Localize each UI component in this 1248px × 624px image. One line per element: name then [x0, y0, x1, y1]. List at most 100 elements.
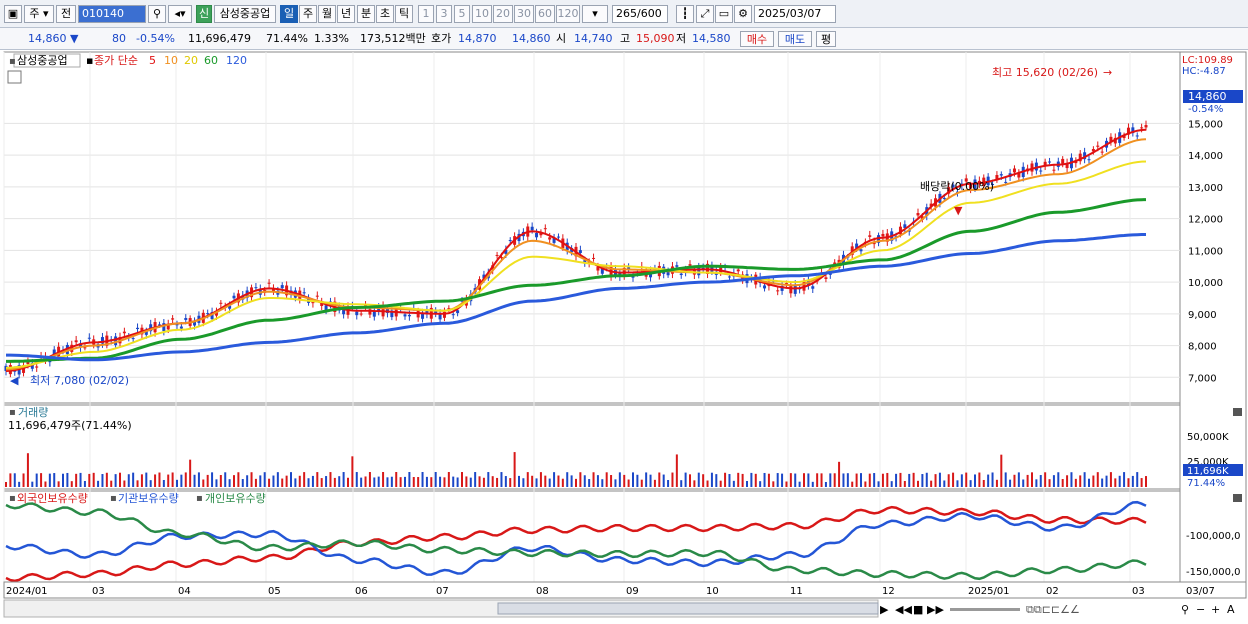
rewind-icon[interactable]: ◀◀	[895, 603, 912, 616]
candle-body	[74, 340, 78, 343]
volume-bar	[171, 472, 174, 487]
interval-60-button[interactable]: 60	[535, 5, 555, 23]
volume-bar	[105, 472, 108, 487]
volume-bar	[671, 472, 674, 487]
buy-button[interactable]: 매수	[740, 31, 774, 47]
volume-bar	[846, 473, 849, 487]
volume-bar	[311, 475, 314, 487]
draw-tool-icon[interactable]: ⤢	[696, 5, 714, 23]
zoom-in-icon[interactable]: +	[1211, 603, 1220, 616]
zoom-slider-track[interactable]	[950, 608, 1020, 611]
font-size-icon[interactable]: A	[1227, 603, 1235, 616]
window-menu-icon[interactable]: ▣	[4, 5, 22, 23]
stop-icon[interactable]: ■	[913, 603, 923, 616]
volume-bar	[833, 473, 836, 487]
volume-bar	[1092, 475, 1095, 487]
save-icon[interactable]: ▭	[715, 5, 733, 23]
interval-5-button[interactable]: 5	[454, 5, 470, 23]
volume-bar	[719, 480, 722, 487]
credit-badge: 신	[196, 5, 212, 23]
volume-bar	[1048, 479, 1051, 487]
count-field[interactable]: 265/600	[612, 5, 668, 23]
interval-3-button[interactable]: 3	[436, 5, 452, 23]
chart-svg[interactable]: ▪ 삼성중공업 ▪ 종가 단순 5 10 20 60 120 최고 15,620…	[0, 50, 1248, 621]
legend-ma10: 10	[164, 54, 178, 67]
stock-code-input[interactable]: 010140	[78, 5, 146, 23]
fast-forward-icon[interactable]: ▶▶	[927, 603, 944, 616]
interval-10-button[interactable]: 10	[472, 5, 492, 23]
x-tick-label: 04	[178, 586, 191, 597]
candle-body	[315, 295, 319, 297]
period-year-button[interactable]: 년	[337, 5, 355, 23]
volume-bar	[829, 473, 832, 487]
volume-bar	[412, 477, 415, 487]
holding-tick-150m: -150,000,0	[1186, 567, 1241, 578]
magnify-icon[interactable]: ⚲	[1181, 603, 1189, 616]
volume-bar	[737, 472, 740, 487]
speaker-icon[interactable]: ◂▾	[168, 5, 192, 23]
volume-bar	[1061, 479, 1064, 487]
legend-marker-icon: ▪	[9, 56, 16, 67]
holding-panel-close-icon[interactable]	[1233, 494, 1242, 502]
count-total: /600	[637, 7, 662, 20]
candle-body	[1048, 161, 1052, 163]
interval-dropdown[interactable]: ▾	[582, 5, 608, 23]
zoom-out-icon[interactable]: −	[1196, 603, 1205, 616]
candle-body	[1140, 127, 1144, 129]
x-tick-label: 03/07	[1186, 586, 1215, 597]
period-type-select[interactable]: 주 ▾	[24, 5, 54, 23]
current-price-value: 14,860	[28, 32, 67, 45]
dividend-annotation: 배당락(0.00%)	[920, 180, 994, 193]
candle-body	[688, 264, 692, 266]
volume-bar	[307, 478, 310, 487]
period-day-button[interactable]: 일	[280, 5, 298, 23]
volume-bar	[399, 477, 402, 487]
volume-bar	[689, 474, 691, 487]
search-icon[interactable]: ⚲	[148, 5, 166, 23]
volume-bar	[706, 480, 709, 487]
volume-bar	[347, 477, 349, 487]
volume-panel-close-icon[interactable]	[1233, 408, 1242, 416]
interval-20-button[interactable]: 20	[493, 5, 513, 23]
period-month-button[interactable]: 월	[318, 5, 336, 23]
evaluate-button[interactable]: 평	[816, 31, 836, 47]
zoom-tools-icon[interactable]: ⧉⧉⊏⊏∠∠	[1026, 603, 1080, 616]
x-tick-label: 11	[790, 586, 803, 597]
date-input[interactable]: 2025/03/07	[754, 5, 836, 23]
interval-30-button[interactable]: 30	[514, 5, 534, 23]
scrollbar-thumb[interactable]	[497, 602, 879, 615]
volume-bar	[1083, 472, 1086, 487]
volume-bar	[1004, 472, 1007, 487]
volume-bar	[1127, 478, 1130, 487]
volume-bar	[351, 456, 354, 487]
period-tick-button[interactable]: 틱	[395, 5, 413, 23]
period-second-button[interactable]: 초	[376, 5, 394, 23]
table-toggle-icon[interactable]	[7, 70, 22, 84]
volume-bar	[206, 474, 209, 487]
volume-bar	[610, 475, 613, 487]
candle-body	[859, 249, 863, 252]
period-week-button[interactable]: 주	[299, 5, 317, 23]
volume-bar	[70, 481, 73, 487]
candle-body	[355, 311, 359, 316]
sell-button[interactable]: 매도	[778, 31, 812, 47]
volume-bar	[132, 472, 135, 487]
period-minute-button[interactable]: 분	[357, 5, 375, 23]
volume-bar	[1140, 478, 1143, 487]
prev-button[interactable]: 전	[56, 5, 76, 23]
gear-icon[interactable]: ⚙	[734, 5, 752, 23]
candle-type-icon[interactable]: ┇	[676, 5, 694, 23]
interval-120-button[interactable]: 120	[556, 5, 580, 23]
volume-bar	[158, 472, 161, 487]
high-price: 15,090	[636, 32, 675, 45]
volume-bar	[1070, 472, 1073, 487]
interval-1-button[interactable]: 1	[418, 5, 434, 23]
chart-area[interactable]: ▪ 삼성중공업 ▪ 종가 단순 5 10 20 60 120 최고 15,620…	[0, 50, 1248, 621]
volume-bar	[895, 473, 898, 487]
volume-bar	[176, 479, 178, 487]
candle-body	[219, 302, 223, 304]
volume-bar	[474, 472, 477, 487]
volume-bar	[211, 472, 214, 487]
volume-bar	[1109, 472, 1112, 487]
scroll-right-icon[interactable]: ▶	[880, 603, 889, 616]
